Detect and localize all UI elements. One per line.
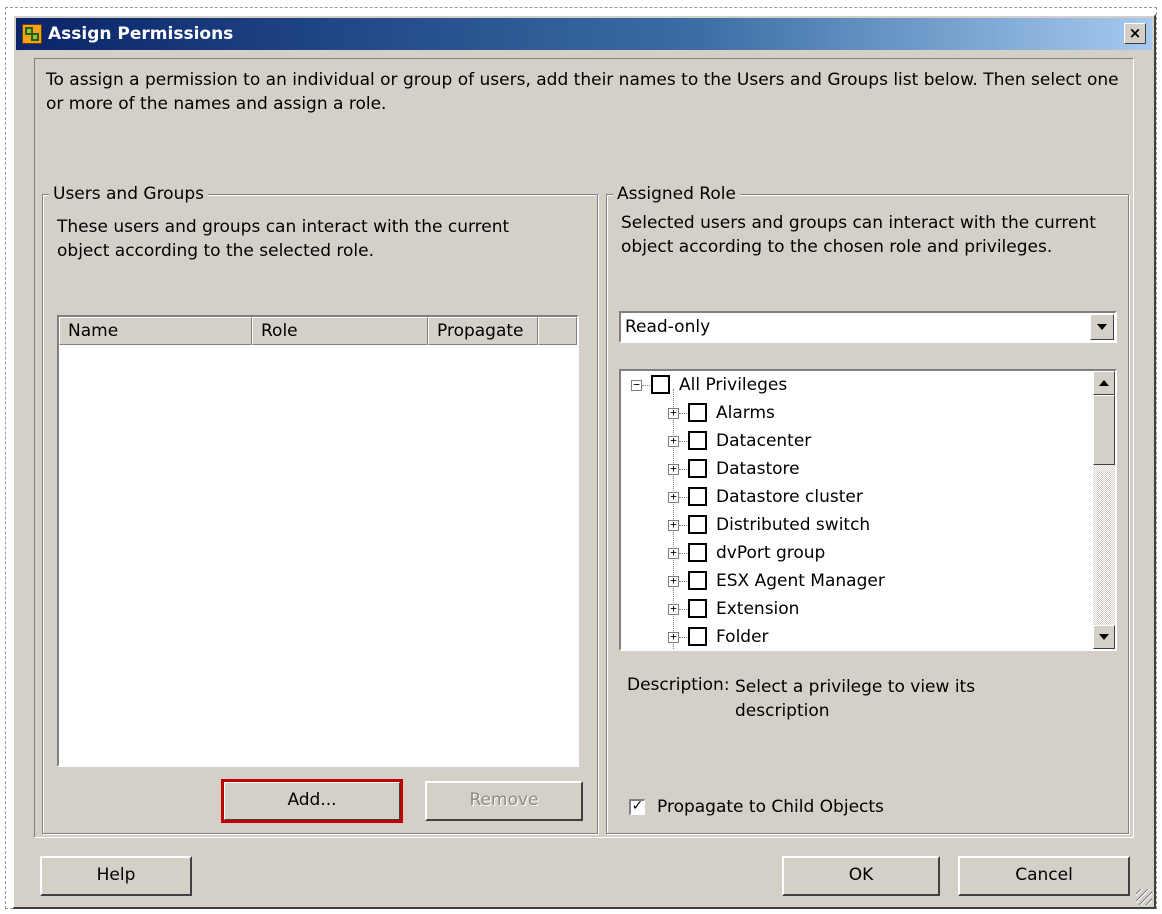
- expand-icon[interactable]: +: [668, 435, 679, 447]
- expand-icon[interactable]: +: [668, 575, 679, 587]
- checkbox-icon[interactable]: [688, 515, 707, 534]
- scroll-up-button[interactable]: [1093, 371, 1115, 395]
- propagate-checkbox[interactable]: ✓: [629, 799, 645, 815]
- tree-connector-line: [679, 553, 687, 554]
- expand-icon[interactable]: +: [668, 631, 679, 643]
- tree-item-label: Datastore cluster: [716, 487, 863, 507]
- tree-item-label: Alarms: [716, 403, 775, 423]
- users-groups-list[interactable]: Name Role Propagate: [57, 315, 579, 767]
- description-value: Select a privilege to view its descripti…: [735, 677, 976, 721]
- title-bar[interactable]: Assign Permissions ×: [16, 18, 1152, 50]
- intro-text: To assign a permission to an individual …: [46, 70, 1119, 114]
- tree-item[interactable]: + Datacenter: [621, 427, 1091, 455]
- scroll-up-icon: [1099, 380, 1109, 386]
- column-header-role[interactable]: Role: [252, 317, 428, 345]
- close-button[interactable]: ×: [1124, 23, 1146, 44]
- tree-root-row[interactable]: − All Privileges: [621, 371, 1091, 399]
- collapse-icon[interactable]: −: [631, 379, 642, 391]
- expand-icon[interactable]: +: [668, 463, 679, 475]
- tree-connector-line: [679, 469, 687, 470]
- privileges-scrollbar[interactable]: [1093, 371, 1115, 649]
- tree-connector-line: [642, 385, 650, 386]
- scroll-down-button[interactable]: [1093, 625, 1115, 649]
- tree-item[interactable]: + Datastore: [621, 455, 1091, 483]
- checkbox-icon[interactable]: [688, 403, 707, 422]
- users-groups-description: These users and groups can interact with…: [57, 217, 510, 261]
- tree-item-label: Folder: [716, 627, 769, 647]
- checkbox-icon[interactable]: [688, 459, 707, 478]
- dialog-title: Assign Permissions: [48, 24, 234, 44]
- assigned-role-description: Selected users and groups can interact w…: [621, 213, 1096, 257]
- column-header-name[interactable]: Name: [59, 317, 252, 345]
- tree-connector-line: [679, 581, 687, 582]
- tree-item[interactable]: + Folder: [621, 623, 1091, 649]
- tree-item[interactable]: + Distributed switch: [621, 511, 1091, 539]
- tree-connector-line: [679, 637, 687, 638]
- role-select-value: Read-only: [625, 317, 711, 337]
- tree-item[interactable]: + Alarms: [621, 399, 1091, 427]
- role-select-dropdown-button[interactable]: [1090, 314, 1114, 340]
- resize-grip-icon[interactable]: [1136, 889, 1152, 905]
- tree-item-label: Distributed switch: [716, 515, 871, 535]
- tree-item-label: dvPort group: [716, 543, 826, 563]
- tree-connector-line: [679, 609, 687, 610]
- tree-item[interactable]: + Extension: [621, 595, 1091, 623]
- checkbox-icon[interactable]: [688, 599, 707, 618]
- tree-connector-line: [679, 413, 687, 414]
- privileges-tree[interactable]: − All Privileges + Alarms + Datacenter + Data…: [619, 369, 1117, 651]
- column-header-propagate[interactable]: Propagate: [428, 317, 538, 345]
- checkbox-icon[interactable]: [651, 375, 670, 394]
- add-button[interactable]: Add...: [221, 779, 403, 823]
- users-groups-title: Users and Groups: [49, 184, 209, 204]
- tree-item-label: Datacenter: [716, 431, 812, 451]
- tree-connector-line: [679, 497, 687, 498]
- cancel-button[interactable]: Cancel: [958, 856, 1130, 896]
- expand-icon[interactable]: +: [668, 603, 679, 615]
- chevron-down-icon: [1097, 324, 1107, 330]
- users-groups-group: Users and Groups These users and groups …: [42, 184, 598, 834]
- tree-item-label: Datastore: [716, 459, 800, 479]
- help-button[interactable]: Help: [40, 856, 192, 896]
- checkbox-icon[interactable]: [688, 627, 707, 646]
- tree-item-label: ESX Agent Manager: [716, 571, 885, 591]
- tree-connector-line: [679, 525, 687, 526]
- scroll-thumb[interactable]: [1093, 395, 1115, 465]
- expand-icon[interactable]: +: [668, 519, 679, 531]
- column-header-spacer: [538, 317, 577, 345]
- remove-button[interactable]: Remove: [425, 781, 583, 821]
- checkbox-icon[interactable]: [688, 431, 707, 450]
- assigned-role-title: Assigned Role: [613, 184, 740, 204]
- expand-icon[interactable]: +: [668, 491, 679, 503]
- expand-icon[interactable]: +: [668, 547, 679, 559]
- checkbox-icon[interactable]: [688, 543, 707, 562]
- description-label: Description:: [627, 675, 730, 695]
- tree-item[interactable]: + Datastore cluster: [621, 483, 1091, 511]
- checkbox-icon[interactable]: [688, 487, 707, 506]
- tree-item[interactable]: + ESX Agent Manager: [621, 567, 1091, 595]
- role-select[interactable]: Read-only: [619, 311, 1117, 343]
- tree-item-label: Extension: [716, 599, 800, 619]
- ok-button[interactable]: OK: [782, 856, 940, 896]
- checkbox-icon[interactable]: [688, 571, 707, 590]
- assigned-role-group: Assigned Role Selected users and groups …: [606, 184, 1129, 834]
- tree-root-label: All Privileges: [679, 375, 788, 395]
- tree-item[interactable]: + dvPort group: [621, 539, 1091, 567]
- propagate-label: Propagate to Child Objects: [657, 797, 884, 817]
- scroll-down-icon: [1099, 634, 1109, 640]
- tree-connector-line: [679, 441, 687, 442]
- assign-permissions-dialog: Assign Permissions × To assign a permiss…: [12, 14, 1156, 909]
- vsphere-app-icon: [22, 24, 42, 44]
- propagate-checkbox-row[interactable]: ✓ Propagate to Child Objects: [629, 797, 929, 821]
- expand-icon[interactable]: +: [668, 407, 679, 419]
